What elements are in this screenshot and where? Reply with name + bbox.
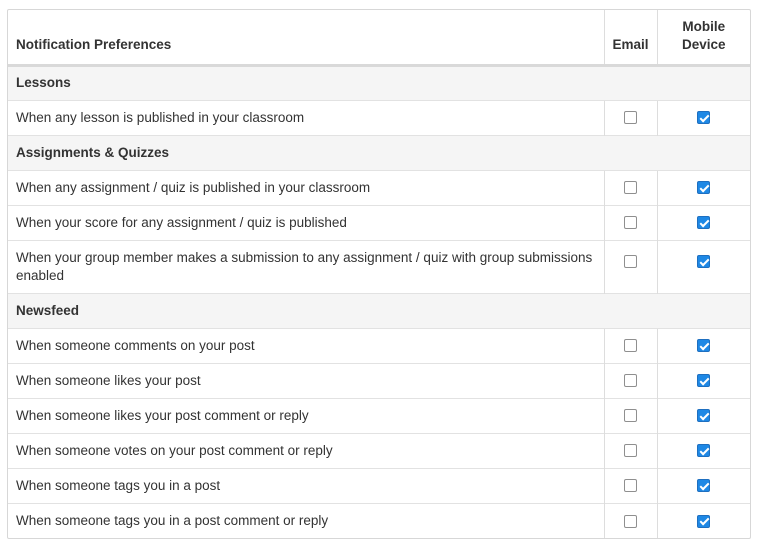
email-cell	[603, 467, 657, 503]
mobile-cell	[656, 432, 750, 468]
preference-label: When someone votes on your post comment …	[8, 432, 604, 468]
mobile-checkbox[interactable]	[697, 216, 711, 230]
preference-label: When your group member makes a submissio…	[8, 239, 604, 293]
preference-label: When any lesson is published in your cla…	[8, 99, 604, 135]
email-checkbox[interactable]	[624, 374, 637, 388]
mobile-cell	[656, 502, 750, 538]
column-header-notification-preferences: Notification Preferences	[8, 10, 604, 67]
table-row: When someone votes on your post comment …	[8, 432, 750, 468]
section-row-lessons: Lessons	[8, 64, 750, 100]
email-checkbox[interactable]	[624, 444, 637, 458]
preference-label: When someone likes your post comment or …	[8, 397, 604, 433]
mobile-checkbox[interactable]	[697, 514, 711, 528]
mobile-cell	[656, 467, 750, 503]
email-checkbox[interactable]	[624, 339, 637, 353]
table-row: When someone comments on your post	[8, 327, 750, 363]
table-row: When someone likes your post	[8, 362, 750, 398]
section-title: Assignments & Quizzes	[8, 134, 750, 170]
email-checkbox[interactable]	[624, 255, 637, 269]
table-row: When someone likes your post comment or …	[8, 397, 750, 433]
mobile-checkbox[interactable]	[697, 444, 711, 458]
mobile-checkbox[interactable]	[697, 181, 711, 195]
table-row: When your group member makes a submissio…	[8, 239, 750, 293]
mobile-cell	[656, 239, 750, 293]
preference-label: When someone comments on your post	[8, 327, 604, 363]
email-cell	[603, 327, 657, 363]
email-cell	[603, 502, 657, 538]
preference-label: When someone likes your post	[8, 362, 604, 398]
email-checkbox[interactable]	[624, 111, 637, 125]
email-cell	[603, 169, 657, 205]
table-row: When any lesson is published in your cla…	[8, 99, 750, 135]
mobile-checkbox[interactable]	[697, 255, 711, 269]
section-row-assignments-quizzes: Assignments & Quizzes	[8, 134, 750, 170]
table-row: When your score for any assignment / qui…	[8, 204, 750, 240]
column-header-email: Email	[603, 10, 657, 67]
section-title: Lessons	[8, 64, 750, 100]
notification-preferences-table: Notification Preferences Email Mobile De…	[8, 10, 750, 538]
mobile-cell	[656, 99, 750, 135]
mobile-checkbox[interactable]	[697, 409, 711, 423]
mobile-cell	[656, 362, 750, 398]
preference-label: When someone tags you in a post comment …	[8, 502, 604, 538]
email-checkbox[interactable]	[624, 216, 637, 230]
mobile-checkbox[interactable]	[697, 111, 711, 125]
mobile-cell	[656, 327, 750, 363]
preference-label: When your score for any assignment / qui…	[8, 204, 604, 240]
email-cell	[603, 432, 657, 468]
email-cell	[603, 362, 657, 398]
email-checkbox[interactable]	[624, 514, 637, 528]
section-title: Newsfeed	[8, 292, 750, 328]
mobile-cell	[656, 169, 750, 205]
section-row-newsfeed: Newsfeed	[8, 292, 750, 328]
email-checkbox[interactable]	[624, 181, 637, 195]
table-row: When someone tags you in a post	[8, 467, 750, 503]
mobile-checkbox[interactable]	[697, 339, 711, 353]
table-header-row: Notification Preferences Email Mobile De…	[8, 10, 750, 67]
email-cell	[603, 239, 657, 293]
email-cell	[603, 204, 657, 240]
table-row: When someone tags you in a post comment …	[8, 502, 750, 538]
preference-label: When someone tags you in a post	[8, 467, 604, 503]
email-checkbox[interactable]	[624, 409, 637, 423]
table-row: When any assignment / quiz is published …	[8, 169, 750, 205]
email-checkbox[interactable]	[624, 479, 637, 493]
mobile-cell	[656, 397, 750, 433]
preference-label: When any assignment / quiz is published …	[8, 169, 604, 205]
mobile-cell	[656, 204, 750, 240]
mobile-checkbox[interactable]	[697, 479, 711, 493]
email-cell	[603, 397, 657, 433]
email-cell	[603, 99, 657, 135]
notification-preferences-panel: Notification Preferences Email Mobile De…	[7, 9, 751, 539]
mobile-checkbox[interactable]	[697, 374, 711, 388]
column-header-mobile-device: Mobile Device	[656, 10, 750, 67]
